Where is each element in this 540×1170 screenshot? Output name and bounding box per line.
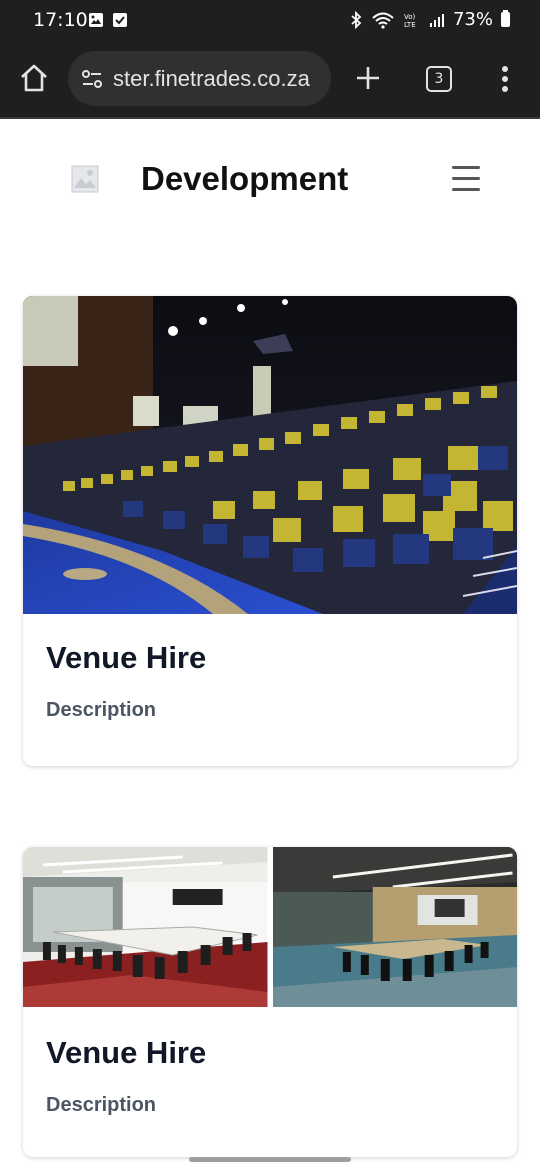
boardroom-photo-2	[272, 847, 517, 1007]
plus-icon[interactable]	[354, 64, 382, 92]
card-image-row	[23, 847, 517, 1007]
broken-image-icon[interactable]	[70, 164, 100, 194]
card-title[interactable]: Venue Hire	[46, 1035, 206, 1071]
volte-icon: Vo) LTE	[404, 13, 416, 29]
bluetooth-icon	[351, 10, 362, 29]
gesture-bar[interactable]	[189, 1157, 351, 1162]
battery-icon	[501, 10, 510, 27]
hamburger-icon[interactable]	[452, 166, 482, 192]
battery-percent: 73%	[452, 9, 493, 30]
home-icon[interactable]	[18, 62, 50, 94]
address-bar[interactable]: ster.finetrades.co.za	[68, 51, 331, 106]
checkbox-icon	[113, 13, 127, 27]
card-title[interactable]: Venue Hire	[46, 640, 206, 676]
status-bar: 17:10 Vo) LTE 73%	[0, 0, 540, 40]
browser-toolbar: ster.finetrades.co.za 3	[0, 40, 540, 118]
boardroom-photo-1	[23, 847, 268, 1007]
card-description: Description	[46, 1094, 157, 1116]
toolbar-divider	[0, 117, 540, 119]
url-text[interactable]: ster.finetrades.co.za	[113, 66, 310, 92]
svg-text:Vo): Vo)	[404, 13, 416, 21]
wifi-icon	[372, 12, 394, 29]
status-time: 17:10	[33, 9, 88, 31]
venue-card[interactable]: Venue Hire Description	[23, 296, 517, 766]
site-title: Development	[141, 160, 349, 197]
status-right-group: Vo) LTE 73%	[349, 9, 510, 30]
image-icon	[89, 13, 103, 27]
venue-card[interactable]: Venue Hire Description	[23, 847, 517, 1157]
signal-icon	[429, 13, 444, 27]
svg-text:LTE: LTE	[404, 21, 416, 29]
more-vert-icon[interactable]	[500, 65, 510, 93]
auditorium-photo	[23, 296, 517, 614]
tune-icon[interactable]	[79, 66, 105, 92]
tabs-icon[interactable]: 3	[426, 66, 452, 92]
card-description: Description	[46, 699, 157, 721]
